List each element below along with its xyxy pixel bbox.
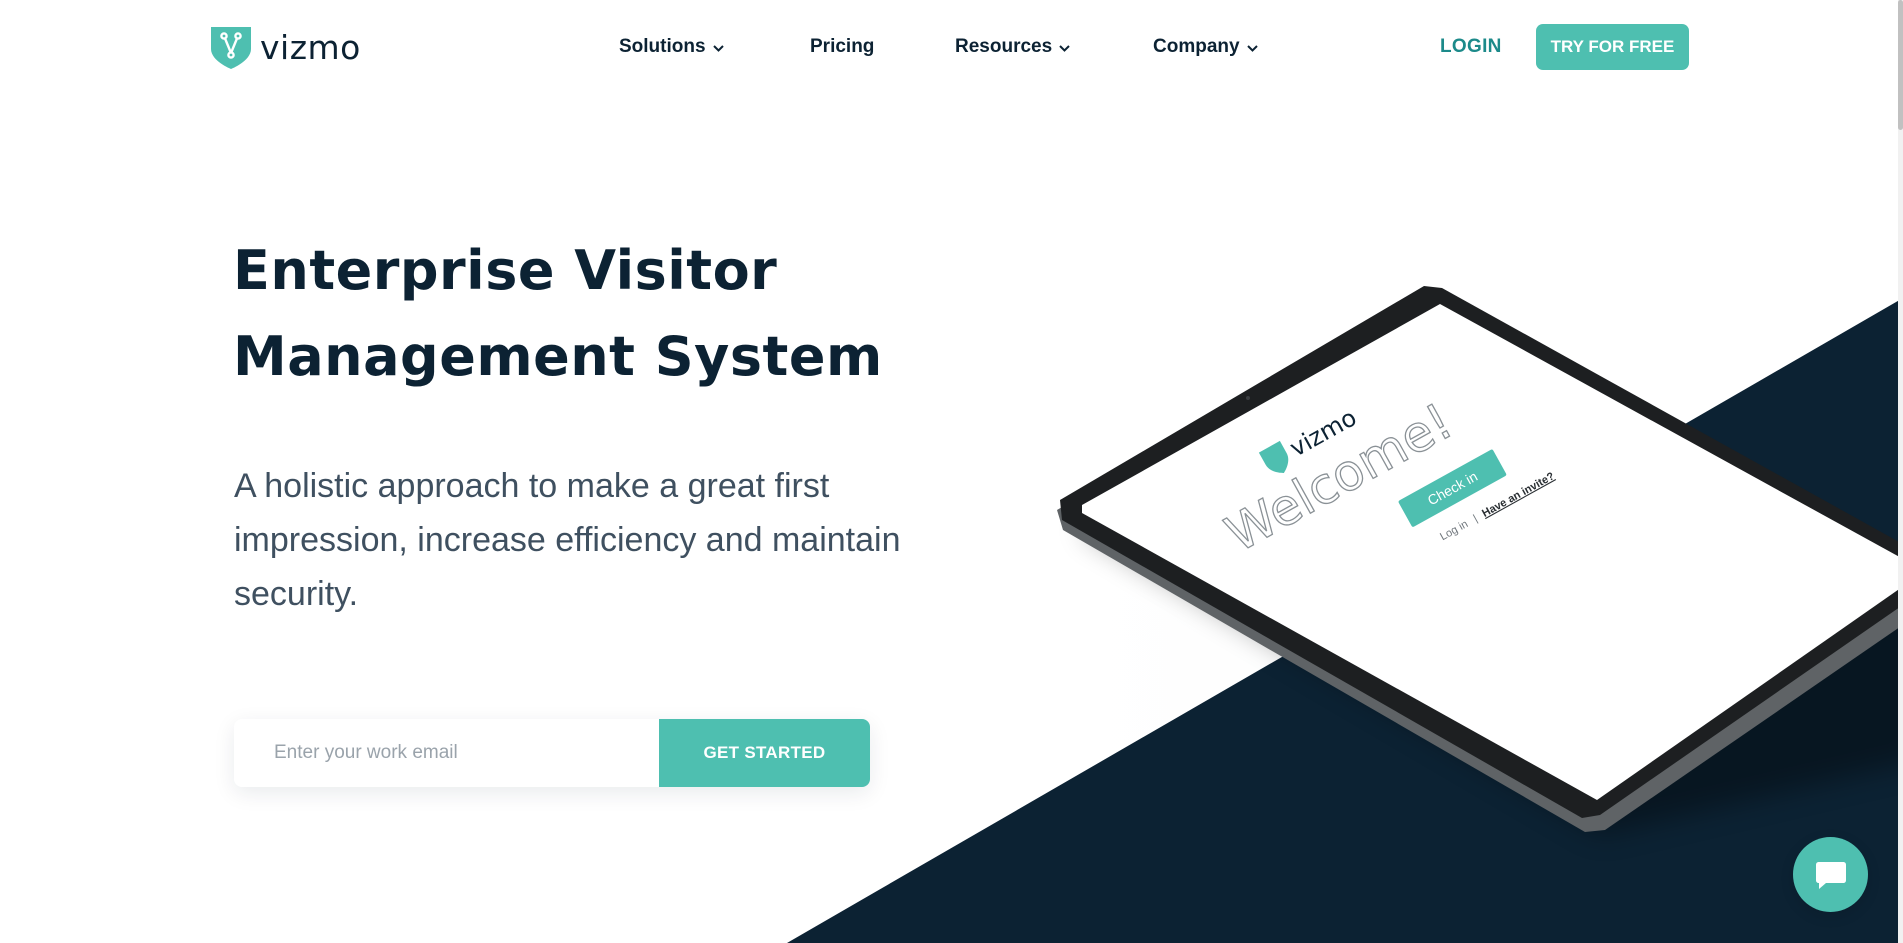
shield-branch-icon bbox=[211, 27, 251, 69]
hero-title-line-2: Management System bbox=[233, 325, 883, 388]
logo-text: vizmo bbox=[260, 27, 361, 67]
nav-pricing[interactable]: Pricing bbox=[810, 36, 874, 58]
work-email-input[interactable] bbox=[234, 719, 659, 787]
nav-solutions-label: Solutions bbox=[619, 36, 706, 57]
hero-subtitle: A holistic approach to make a great firs… bbox=[234, 467, 901, 613]
nav-solutions[interactable]: Solutions bbox=[619, 36, 725, 58]
try-for-free-button[interactable]: TRY FOR FREE bbox=[1536, 24, 1689, 70]
chevron-down-icon bbox=[712, 44, 724, 52]
page-scrollbar[interactable] bbox=[1898, 0, 1903, 943]
chevron-down-icon bbox=[1059, 44, 1070, 52]
nav-resources[interactable]: Resources bbox=[955, 36, 1071, 58]
hero-title: Enterprise Visitor Management System bbox=[233, 228, 993, 400]
login-link[interactable]: LOGIN bbox=[1440, 36, 1502, 58]
site-header: vizmo Solutions Pricing Resources Compan… bbox=[0, 0, 1903, 96]
nav-company[interactable]: Company bbox=[1153, 36, 1259, 58]
nav-resources-label: Resources bbox=[955, 36, 1053, 57]
chevron-down-icon bbox=[1246, 44, 1258, 52]
nav-pricing-label: Pricing bbox=[810, 36, 875, 57]
hero-title-line-1: Enterprise Visitor bbox=[233, 239, 778, 302]
page: vizmo Welcome! Check in Log in | Have an… bbox=[0, 0, 1903, 943]
logo[interactable]: vizmo bbox=[209, 25, 361, 71]
scrollbar-thumb[interactable] bbox=[1898, 0, 1903, 130]
email-signup-form: GET STARTED bbox=[234, 719, 870, 787]
get-started-button[interactable]: GET STARTED bbox=[659, 719, 870, 787]
chat-launcher-button[interactable] bbox=[1793, 837, 1868, 912]
chat-bubble-icon bbox=[1815, 861, 1846, 889]
nav-company-label: Company bbox=[1153, 36, 1240, 57]
